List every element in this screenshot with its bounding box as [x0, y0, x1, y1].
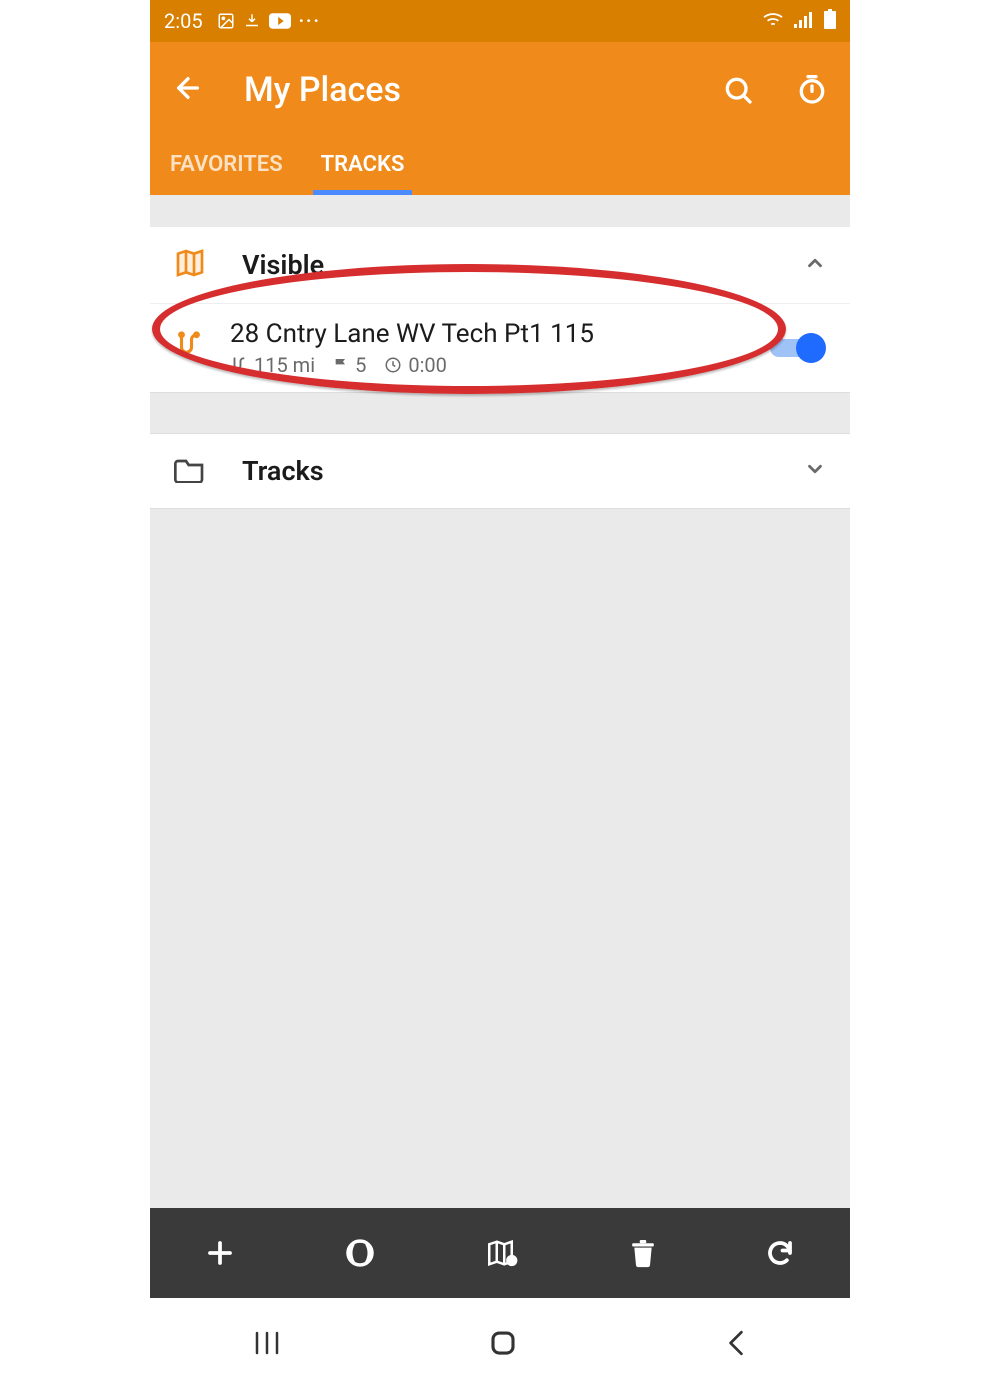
- map-icon: [174, 247, 206, 283]
- track-distance: 115 mi: [230, 353, 315, 377]
- tab-tracks[interactable]: TRACKS: [321, 138, 405, 195]
- folder-tracks[interactable]: Tracks: [150, 433, 850, 509]
- route-icon: [174, 331, 204, 365]
- android-back-button[interactable]: [725, 1330, 747, 1356]
- track-duration: 0:00: [384, 353, 447, 377]
- folder-icon: [174, 455, 206, 487]
- android-home-button[interactable]: [488, 1328, 518, 1358]
- signal-icon: [794, 9, 814, 33]
- add-button[interactable]: [205, 1238, 235, 1268]
- show-on-map-button[interactable]: [486, 1238, 520, 1268]
- appearance-button[interactable]: [344, 1237, 376, 1269]
- page-title: My Places: [244, 70, 682, 110]
- battery-icon: [824, 9, 836, 34]
- search-button[interactable]: [722, 74, 754, 106]
- track-title: 28 Cntry Lane WV Tech Pt1 115: [230, 319, 744, 349]
- refresh-button[interactable]: [765, 1238, 795, 1268]
- android-status-bar: 2:05 ···: [150, 0, 850, 42]
- more-icon: ···: [299, 11, 321, 32]
- track-visibility-toggle[interactable]: [770, 333, 826, 363]
- wifi-icon: [762, 9, 784, 33]
- android-nav-bar: [150, 1298, 850, 1388]
- chevron-down-icon: [804, 458, 826, 484]
- timer-button[interactable]: [796, 74, 828, 106]
- download-icon: [243, 12, 261, 30]
- tab-favorites[interactable]: FAVORITES: [170, 138, 283, 195]
- track-row[interactable]: 28 Cntry Lane WV Tech Pt1 115 115 mi 5: [150, 303, 850, 393]
- chevron-up-icon: [804, 252, 826, 278]
- delete-button[interactable]: [630, 1238, 656, 1268]
- app-bar: My Places FAVORITES TRACKS: [150, 42, 850, 195]
- back-button[interactable]: [172, 72, 204, 108]
- android-recents-button[interactable]: [253, 1331, 281, 1355]
- image-icon: [217, 12, 235, 30]
- track-waypoints: 5: [333, 353, 366, 377]
- group-header-visible[interactable]: Visible: [150, 227, 850, 303]
- youtube-icon: [269, 13, 291, 29]
- group-title-visible: Visible: [242, 249, 768, 281]
- bottom-action-bar: [150, 1208, 850, 1298]
- content-area: Visible 28 Cntry Lane WV Tech Pt1 115 11…: [150, 197, 850, 1208]
- folder-title-tracks: Tracks: [242, 455, 768, 487]
- status-time: 2:05: [164, 9, 203, 33]
